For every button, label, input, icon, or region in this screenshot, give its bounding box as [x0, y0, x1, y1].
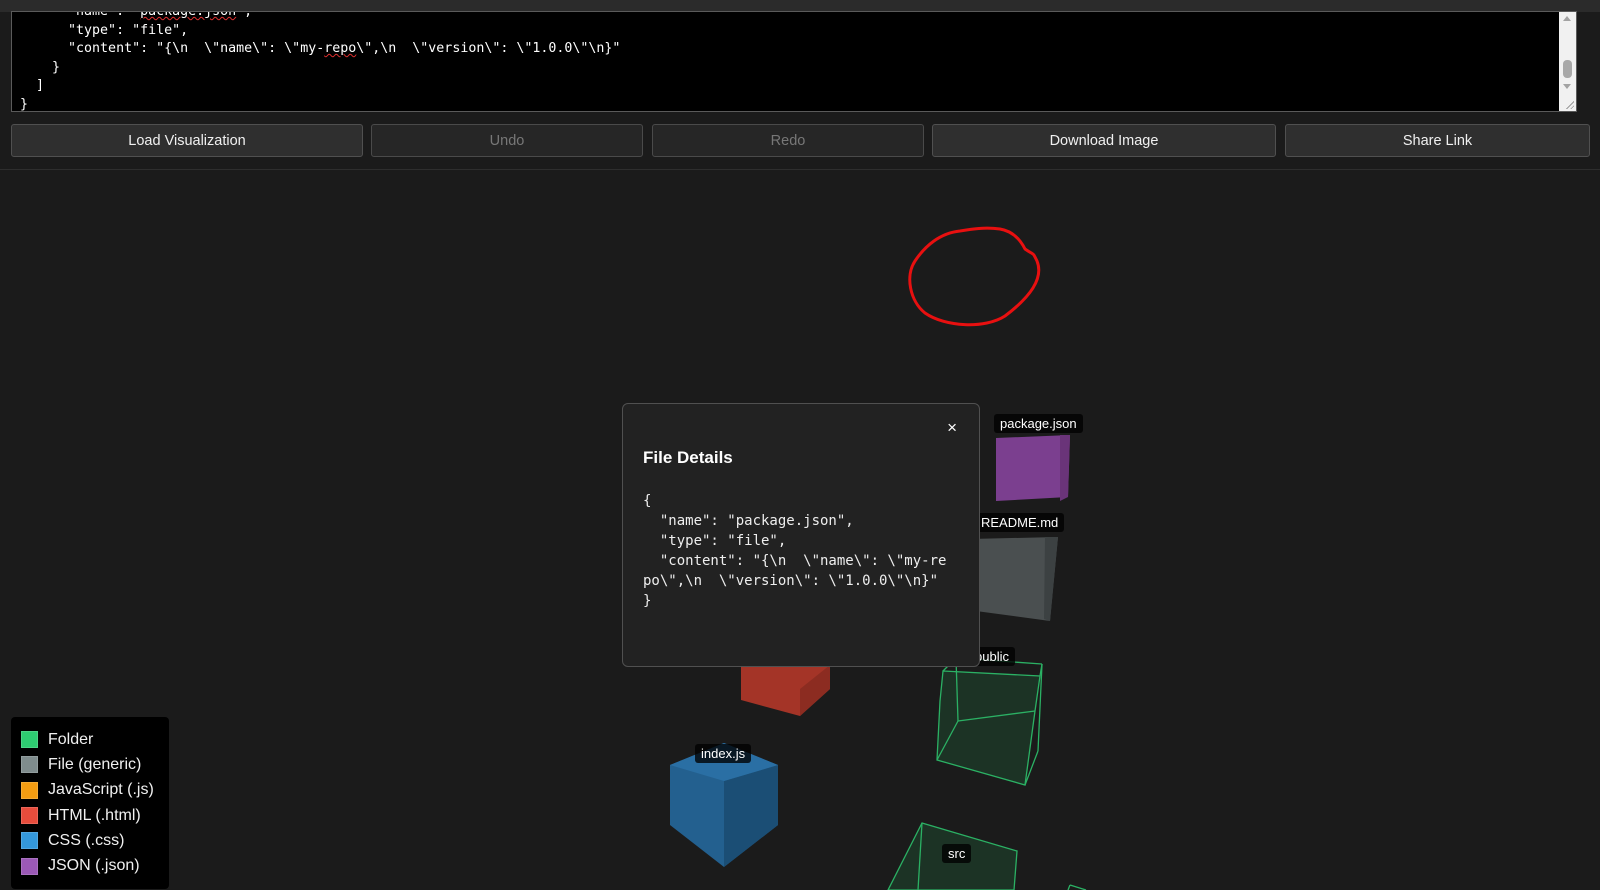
share-link-button[interactable]: Share Link [1285, 124, 1590, 157]
legend-swatch [21, 807, 38, 825]
editor-line: } [20, 59, 61, 75]
toolbar: Load Visualization Undo Redo Download Im… [0, 112, 1600, 170]
download-image-button[interactable]: Download Image [932, 124, 1276, 157]
legend-swatch [21, 731, 38, 749]
resize-grip-icon[interactable] [1565, 100, 1574, 109]
annotation-circle [908, 226, 1041, 327]
file-details-content: { "name": "package.json", "type": "file"… [643, 493, 947, 609]
json-editor[interactable]: "name": "package.json", "type": "file", … [11, 11, 1577, 112]
close-icon[interactable]: × [947, 418, 957, 438]
legend: Folder File (generic) JavaScript (.js) HTML… [11, 717, 169, 889]
folder-edge-fragment [1067, 884, 1087, 890]
legend-item: File (generic) [21, 752, 169, 777]
modal-title: File Details [643, 448, 733, 467]
editor-line: ] [20, 78, 45, 93]
undo-button[interactable]: Undo [371, 124, 643, 157]
editor-line: "type": "file", [20, 22, 189, 38]
legend-label: Folder [48, 730, 94, 748]
scroll-up-arrow-icon[interactable] [1563, 16, 1571, 21]
legend-label: CSS (.css) [48, 831, 125, 849]
html-box [741, 665, 830, 716]
legend-swatch [21, 857, 38, 875]
package-json-box [996, 435, 1070, 501]
legend-item: JSON (.json) [21, 853, 169, 878]
editor-line: "name": "package.json", [20, 11, 253, 19]
scrollbar-thumb[interactable] [1563, 60, 1572, 78]
label-src: src [942, 844, 972, 863]
legend-item: Folder [21, 727, 169, 752]
legend-item: CSS (.css) [21, 828, 169, 853]
legend-item: HTML (.html) [21, 803, 169, 828]
file-details-modal: × File Details { "name": "package.json",… [622, 403, 980, 667]
label-readme: README.md [975, 513, 1065, 532]
legend-label: JavaScript (.js) [48, 781, 154, 799]
legend-swatch [21, 756, 38, 774]
redo-button[interactable]: Redo [652, 124, 924, 157]
legend-swatch [21, 832, 38, 850]
editor-scrollbar[interactable] [1559, 12, 1576, 111]
legend-swatch [21, 781, 38, 799]
legend-label: HTML (.html) [48, 806, 141, 824]
editor-line: "content": "{\n \"name\": \"my-repo\",\n… [20, 41, 621, 56]
editor-code[interactable]: "name": "package.json", "type": "file", … [20, 11, 621, 112]
scroll-down-arrow-icon[interactable] [1563, 84, 1571, 89]
label-package-json: package.json [994, 414, 1083, 433]
load-visualization-button[interactable]: Load Visualization [11, 124, 363, 157]
legend-item: JavaScript (.js) [21, 778, 169, 803]
legend-label: File (generic) [48, 755, 142, 773]
legend-label: JSON (.json) [48, 857, 140, 875]
readme-box [970, 537, 1058, 621]
public-folder-wireframe [936, 657, 1043, 786]
label-index-js: index.js [695, 744, 752, 763]
editor-line: } [20, 96, 29, 112]
